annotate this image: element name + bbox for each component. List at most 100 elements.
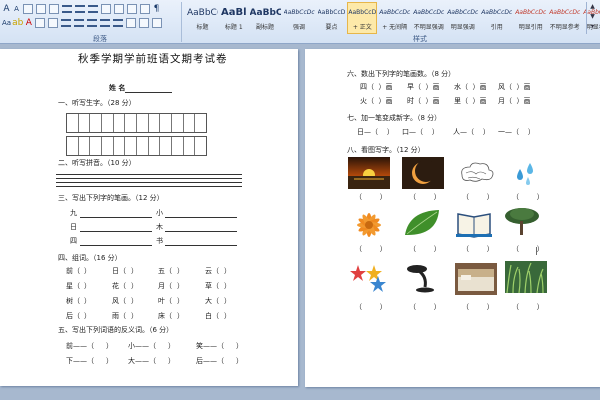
word-group-blank[interactable]: ）	[131, 282, 138, 291]
pinyin-line[interactable]	[56, 186, 242, 187]
stroke-count-blank[interactable]: 时（ ）画	[407, 97, 439, 106]
align-left-icon[interactable]	[61, 19, 72, 27]
word-group-blank[interactable]: ）	[131, 267, 138, 276]
antonym-blank[interactable]: 笑——（	[196, 342, 224, 351]
style-option[interactable]: AaBl 标题 1	[220, 2, 248, 34]
antonym-blank[interactable]: ）	[168, 357, 175, 366]
align-right-icon[interactable]	[87, 19, 98, 27]
text-effects-icon[interactable]: Aa	[2, 17, 11, 29]
stroke-blank[interactable]	[165, 231, 237, 232]
style-option[interactable]: AaBbCcDc 强调	[283, 2, 316, 34]
add-stroke-blank[interactable]: 日—（ ）	[357, 128, 394, 137]
font-grow-icon[interactable]: A	[2, 3, 11, 15]
chinese-layout-icon[interactable]	[127, 4, 137, 14]
antonym-blank[interactable]: ）	[236, 357, 243, 366]
stroke-blank[interactable]	[165, 245, 237, 246]
style-option[interactable]: AaBbCcD 要点	[317, 2, 347, 34]
word-group-blank[interactable]: 叶（	[158, 297, 172, 306]
antonym-blank[interactable]: 下——（	[66, 357, 94, 366]
picture-answer-blank[interactable]: （ ）	[462, 245, 494, 254]
word-group-blank[interactable]: 大（	[205, 297, 219, 306]
pinyin-line[interactable]	[56, 174, 242, 175]
stroke-count-blank[interactable]: 风（ ）画	[498, 83, 530, 92]
increase-indent-icon[interactable]	[114, 4, 124, 14]
stroke-blank[interactable]	[165, 217, 237, 218]
word-group-blank[interactable]: ）	[177, 312, 184, 321]
writing-grid-row[interactable]	[66, 113, 207, 133]
picture-answer-blank[interactable]: （ ）	[355, 245, 387, 254]
word-group-blank[interactable]: 云（	[205, 267, 219, 276]
style-option[interactable]: AaBbCcDc 不明显参考	[548, 2, 581, 34]
style-option[interactable]: AaBbCcDc 引用	[480, 2, 513, 34]
antonym-blank[interactable]: ）	[106, 342, 113, 351]
multilevel-list-icon[interactable]	[88, 5, 98, 13]
antonym-blank[interactable]: 大——（	[128, 357, 156, 366]
word-group-blank[interactable]: ）	[84, 312, 91, 321]
page-right[interactable]: 六、数出下列字的笔画数。（8 分） 四（ ）画 早（ ）画 水（ ）画 风（ ）画 火（…	[305, 49, 600, 387]
antonym-blank[interactable]: ）	[168, 342, 175, 351]
bullets-icon[interactable]	[62, 5, 72, 13]
decrease-indent-icon[interactable]	[101, 4, 111, 14]
style-option[interactable]: AaBbC(标题	[186, 2, 219, 34]
char-shading-icon[interactable]	[35, 18, 46, 28]
page-left[interactable]: 秋季学期学前班语文期考试卷 姓 名 一、听写生字。（28 分） 二、听写拼音。（…	[0, 49, 298, 386]
word-group-blank[interactable]: ）	[224, 312, 231, 321]
pinyin-line[interactable]	[56, 178, 242, 179]
word-group-blank[interactable]: ）	[177, 267, 184, 276]
justify-icon[interactable]	[100, 19, 111, 27]
name-blank[interactable]	[125, 92, 172, 93]
align-center-icon[interactable]	[74, 19, 85, 27]
antonym-blank[interactable]: ）	[236, 342, 243, 351]
picture-answer-blank[interactable]: （ ）	[512, 245, 544, 254]
picture-answer-blank[interactable]: （ ）	[409, 303, 441, 312]
antonym-blank[interactable]: 前——（	[66, 342, 94, 351]
antonym-blank[interactable]: ）	[106, 357, 113, 366]
highlight-icon[interactable]: ab	[12, 17, 23, 29]
word-group-blank[interactable]: 月（	[158, 282, 172, 291]
word-group-blank[interactable]: 风（	[112, 297, 126, 306]
word-group-blank[interactable]: 花（	[112, 282, 126, 291]
line-spacing-icon[interactable]	[126, 18, 137, 28]
word-group-blank[interactable]: ）	[84, 267, 91, 276]
picture-answer-blank[interactable]: （ ）	[512, 193, 544, 202]
stroke-blank[interactable]	[80, 217, 152, 218]
writing-grid-row[interactable]	[66, 136, 207, 156]
enclose-char-icon[interactable]	[48, 18, 59, 28]
style-option[interactable]: AaBbCcD + 正文	[347, 2, 378, 34]
picture-answer-blank[interactable]: （ ）	[462, 303, 494, 312]
picture-answer-blank[interactable]: （ ）	[409, 245, 441, 254]
pinyin-line[interactable]	[56, 182, 242, 183]
word-group-blank[interactable]: ）	[131, 297, 138, 306]
word-group-blank[interactable]: ）	[131, 312, 138, 321]
distribute-icon[interactable]	[113, 19, 124, 27]
char-border-icon[interactable]	[49, 4, 59, 14]
stroke-blank[interactable]	[80, 245, 152, 246]
word-group-blank[interactable]: ）	[224, 282, 231, 291]
word-group-blank[interactable]: 树（	[66, 297, 80, 306]
picture-answer-blank[interactable]: （ ）	[512, 303, 544, 312]
word-group-blank[interactable]: 床（	[158, 312, 172, 321]
word-group-blank[interactable]: ）	[224, 297, 231, 306]
word-group-blank[interactable]: ）	[224, 267, 231, 276]
picture-answer-blank[interactable]: （ ）	[409, 193, 441, 202]
clear-format-icon[interactable]	[23, 4, 33, 14]
shading-icon[interactable]	[139, 18, 150, 28]
numbering-icon[interactable]	[75, 5, 85, 13]
word-group-blank[interactable]: ）	[84, 282, 91, 291]
word-group-blank[interactable]: 前（	[66, 267, 80, 276]
style-option[interactable]: AaBbCcDc + 无间隔	[378, 2, 411, 34]
picture-answer-blank[interactable]: （ ）	[462, 193, 494, 202]
style-option[interactable]: AaBbCcDc 明显强调	[446, 2, 479, 34]
add-stroke-blank[interactable]: 口—（ ）	[402, 128, 439, 137]
show-marks-icon[interactable]: ¶	[152, 3, 161, 15]
word-group-blank[interactable]: ）	[84, 297, 91, 306]
style-option[interactable]: AaBbCcDc 不明显强调	[412, 2, 445, 34]
word-group-blank[interactable]: ）	[177, 282, 184, 291]
word-group-blank[interactable]: 草（	[205, 282, 219, 291]
word-group-blank[interactable]: 后（	[66, 312, 80, 321]
add-stroke-blank[interactable]: 人—（ ）	[453, 128, 490, 137]
stroke-count-blank[interactable]: 月（ ）画	[498, 97, 530, 106]
add-stroke-blank[interactable]: 一—（ ）	[498, 128, 535, 137]
word-group-blank[interactable]: 白（	[205, 312, 219, 321]
word-group-blank[interactable]: 雨（	[112, 312, 126, 321]
